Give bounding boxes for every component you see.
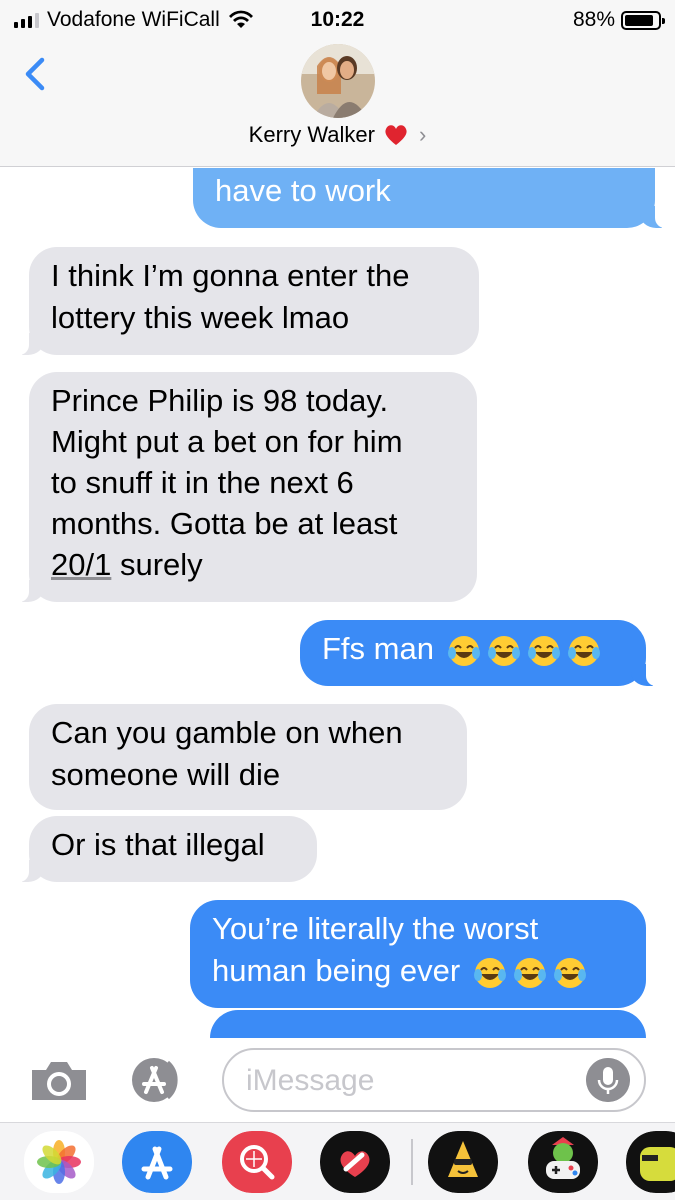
face-with-tears-of-joy-icon — [487, 635, 520, 666]
chevron-right-icon: › — [418, 122, 427, 147]
app-store-icon[interactable] — [124, 1054, 190, 1106]
battery-percent: 88% — [572, 8, 615, 31]
face-with-tears-of-joy-icon — [553, 957, 586, 988]
face-with-tears-of-joy-icon — [473, 957, 506, 988]
app-store-app-icon[interactable] — [122, 1131, 192, 1193]
emoji-group — [447, 634, 601, 668]
camera-icon[interactable] — [28, 1058, 90, 1104]
face-with-tears-of-joy-icon — [513, 957, 546, 988]
message-text-line: You’re literally the worst — [212, 911, 539, 946]
message-text: surely — [111, 547, 203, 582]
message-text-line: 20/1 surely — [51, 544, 455, 585]
message-text-line: months. Gotta be at least — [51, 506, 398, 541]
incoming-message-bubble[interactable]: Or is that illegal — [15, 816, 317, 882]
conversation-header: Kerry Walker › — [0, 40, 675, 167]
digital-touch-app-icon[interactable] — [320, 1131, 390, 1193]
face-with-tears-of-joy-icon — [527, 635, 560, 666]
back-chevron-icon[interactable] — [18, 54, 54, 94]
message-text-line: someone will die — [51, 757, 281, 792]
game-app-icon[interactable] — [528, 1131, 598, 1193]
photos-app-icon[interactable] — [24, 1131, 94, 1193]
search-images-app-icon[interactable] — [222, 1131, 292, 1193]
battery-icon — [621, 10, 665, 30]
status-bar: Vodafone WiFiCall 10:22 88% — [0, 0, 675, 40]
outgoing-message-bubble[interactable]: Ffs man — [300, 620, 660, 686]
contact-name: Kerry Walker — [248, 122, 375, 147]
incoming-message-bubble[interactable]: Prince Philip is 98 today. Might put a b… — [15, 372, 477, 602]
compose-bar: iMessage — [0, 1038, 675, 1122]
emoji-group — [473, 956, 587, 990]
sticker-pack-app-icon[interactable] — [626, 1131, 675, 1193]
message-text: Or is that illegal — [51, 827, 265, 862]
contact-title[interactable]: Kerry Walker › — [0, 122, 675, 148]
microphone-icon[interactable] — [586, 1058, 630, 1102]
incoming-message-bubble[interactable]: I think I’m gonna enter the lottery this… — [15, 247, 479, 355]
odds-data-detector-link[interactable]: 20/1 — [51, 547, 111, 582]
message-text-line: Prince Philip is 98 today. — [51, 383, 389, 418]
outgoing-message-bubble[interactable]: You’re literally the worst human being e… — [190, 900, 646, 1008]
app-drawer-divider — [411, 1139, 413, 1185]
message-text-line: Might put a bet on for him — [51, 424, 403, 459]
message-input-placeholder: iMessage — [246, 1064, 375, 1097]
message-text-line: I think I’m gonna enter the — [51, 258, 410, 293]
status-right: 88% — [572, 8, 665, 32]
message-text: human being ever — [212, 953, 461, 988]
message-text-line: to snuff it in the next 6 — [51, 465, 354, 500]
message-text: have to work — [215, 173, 391, 208]
incoming-message-bubble[interactable]: Can you gamble on when someone will die — [29, 704, 467, 810]
message-list[interactable]: have to work I think I’m gonna enter the… — [0, 168, 675, 1038]
red-heart-icon — [385, 125, 407, 145]
message-input[interactable]: iMessage — [222, 1048, 646, 1112]
outgoing-message-bubble-partial[interactable] — [210, 1010, 646, 1038]
outgoing-message-bubble[interactable]: have to work — [193, 168, 669, 228]
face-with-tears-of-joy-icon — [447, 635, 480, 666]
message-text-line: Can you gamble on when — [51, 715, 403, 750]
sticker-app-icon[interactable] — [428, 1131, 498, 1193]
contact-avatar[interactable] — [301, 44, 375, 118]
message-text: Ffs man — [322, 631, 434, 666]
message-text-line: lottery this week lmao — [51, 300, 350, 335]
imessage-app-drawer — [0, 1122, 675, 1200]
message-text-line: human being ever — [212, 950, 624, 992]
face-with-tears-of-joy-icon — [567, 635, 600, 666]
